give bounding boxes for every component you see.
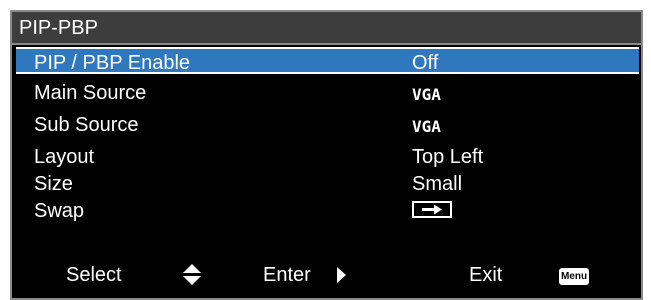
menu-item-value: VGA	[412, 117, 441, 136]
menu-item-layout[interactable]: Layout Top Left	[16, 143, 639, 170]
exit-hint-label: Exit	[469, 264, 503, 286]
menu-item-label: Sub Source	[34, 114, 139, 136]
menu-item-label: Size	[34, 173, 73, 195]
menu-item-value: Top Left	[412, 146, 484, 168]
menu-item-main-source[interactable]: Main Source VGA	[16, 79, 639, 106]
menu-item-size[interactable]: Size Small	[16, 170, 639, 197]
menu-item-swap[interactable]: Swap	[16, 197, 639, 224]
menu-item-sub-source[interactable]: Sub Source VGA	[16, 111, 639, 138]
menu-title: PIP-PBP	[19, 17, 98, 39]
enter-hint-label: Enter	[263, 264, 311, 286]
menu-item-pip-pbp-enable[interactable]: PIP / PBP Enable Off	[16, 47, 639, 74]
menu-footer: Select Enter Exit Menu	[12, 254, 641, 294]
pip-pbp-menu: PIP-PBP PIP / PBP Enable Off Main Source…	[10, 10, 643, 300]
menu-item-value: Small	[412, 173, 463, 195]
right-triangle-icon	[337, 267, 346, 283]
swap-arrow-icon	[412, 201, 452, 218]
menu-item-label: Swap	[34, 200, 85, 222]
menu-title-bar: PIP-PBP	[12, 12, 641, 45]
menu-item-label: PIP / PBP Enable	[34, 52, 191, 74]
menu-key-icon: Menu	[559, 268, 589, 285]
select-hint-label: Select	[66, 264, 122, 286]
menu-item-value: Off	[412, 52, 439, 74]
menu-item-label: Layout	[34, 146, 95, 168]
up-down-arrow-icon	[182, 263, 202, 287]
menu-item-value: VGA	[412, 85, 441, 104]
menu-item-label: Main Source	[34, 82, 147, 104]
